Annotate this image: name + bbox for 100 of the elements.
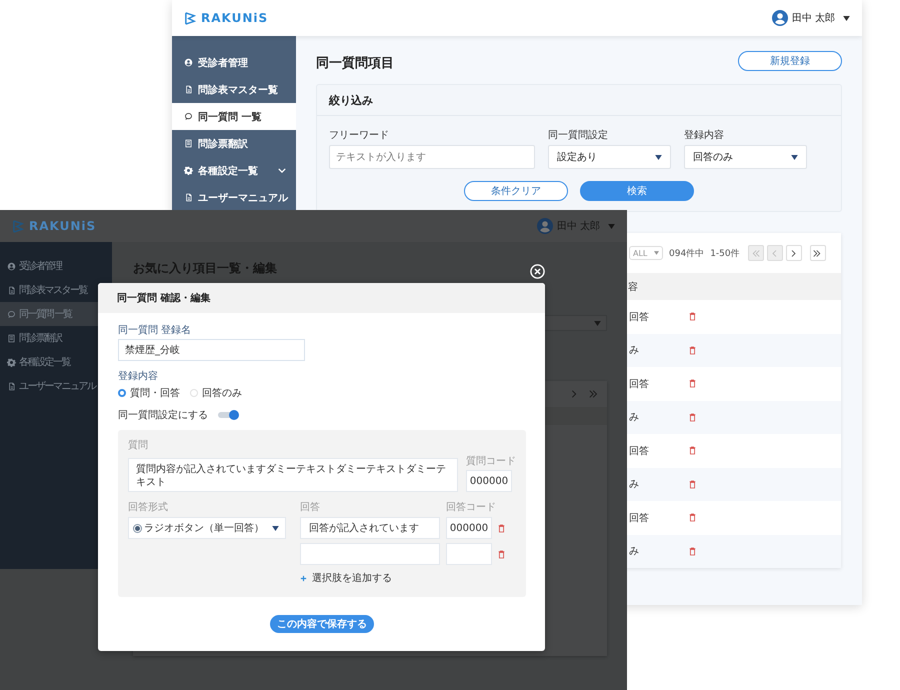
table-cell-text: 回答 — [629, 444, 650, 458]
logo-text: RAKUNiS — [201, 11, 268, 25]
sidebar-item[interactable]: 受診者管理 — [172, 49, 296, 76]
document-icon — [184, 85, 193, 94]
code-field[interactable]: 000000 — [446, 517, 492, 539]
radio-icon — [135, 526, 140, 530]
search-button[interactable]: 検索 — [580, 181, 694, 201]
sidebar-item[interactable]: 問診表マスター覧 — [172, 76, 296, 103]
trash-icon[interactable] — [689, 480, 696, 489]
trash-icon[interactable] — [498, 524, 505, 532]
select-field[interactable]: ラジオボタン（単一回答） — [128, 517, 286, 539]
field-label: 登録内容 — [684, 128, 725, 142]
chevron-left-icon — [770, 248, 780, 258]
document-icon — [7, 286, 16, 294]
answer-field[interactable] — [300, 543, 440, 565]
toggle-switch[interactable] — [218, 412, 238, 418]
save-button[interactable]: この内容で保存する — [270, 615, 374, 633]
table-cell-text: 回答 — [629, 378, 650, 391]
page-title: 同一質問項目 — [316, 54, 394, 72]
table-cell-text: み — [629, 478, 640, 492]
field-label: 回答 — [300, 501, 321, 514]
caret-icon — [655, 154, 662, 160]
double-chevron-right-icon — [813, 248, 822, 258]
user-name[interactable]: 田中 太郎 — [792, 11, 835, 25]
caret-icon — [594, 320, 601, 326]
radio-option[interactable]: 質問・回答 — [118, 386, 180, 400]
close-icon[interactable] — [530, 264, 545, 279]
sidebar-item[interactable]: 問診票翻訳 — [0, 326, 112, 350]
trash-icon[interactable] — [689, 346, 696, 355]
trash-icon[interactable] — [689, 513, 696, 522]
caret-icon — [272, 526, 279, 530]
field-label: 同一質問 登録名 — [118, 324, 192, 337]
radio-option[interactable]: 回答のみ — [190, 386, 242, 400]
toggle-label: 同一質問設定にする — [118, 408, 208, 422]
pager-button[interactable] — [786, 245, 802, 261]
modal-title: 同一質問 確認・編集 — [98, 283, 545, 313]
trash-icon[interactable] — [689, 546, 696, 556]
chevron-down-icon — [278, 168, 286, 173]
trash-icon[interactable] — [689, 412, 696, 422]
sidebar-item[interactable]: 問診票翻訳 — [172, 130, 296, 157]
code-field[interactable]: 000000 — [466, 470, 512, 492]
name-field[interactable]: 禁煙歴_分岐 — [118, 339, 305, 361]
field-label: 同一質問設定 — [548, 128, 609, 142]
sidebar-item[interactable]: ユーザーマニュアル — [0, 374, 112, 398]
pager-button[interactable] — [810, 245, 826, 261]
plus-icon — [300, 574, 307, 582]
document-icon — [7, 382, 16, 390]
list-icon — [184, 139, 193, 148]
table-cell-text: み — [629, 545, 640, 558]
logo-text: RAKUNiS — [29, 219, 96, 233]
logo-icon — [184, 12, 197, 24]
clear-button[interactable]: 条件クリア — [464, 181, 568, 201]
logo-icon — [12, 220, 25, 232]
trash-icon[interactable] — [689, 446, 696, 456]
result-count: 094件中 — [669, 248, 704, 260]
radio-icon[interactable] — [118, 389, 126, 397]
field-label: フリーワード — [329, 129, 390, 142]
speech-bubble-icon — [7, 310, 16, 318]
trash-icon[interactable] — [689, 379, 696, 388]
select-field[interactable]: 回答のみ — [684, 145, 807, 169]
column-header: 容 — [628, 280, 638, 294]
search-field[interactable]: テキストが入ります — [329, 145, 535, 169]
caret-icon — [791, 154, 798, 160]
document-icon — [184, 193, 193, 202]
trash-icon[interactable] — [689, 312, 696, 322]
code-field[interactable] — [446, 543, 492, 565]
add-option-link[interactable]: 選択肢を追加する — [300, 569, 392, 587]
field-label: 質問コード — [466, 454, 516, 468]
sidebar-item[interactable]: ユーザーマニュアル — [172, 184, 296, 211]
table-cell-text: 回答 — [629, 310, 650, 324]
speech-bubble-icon — [184, 112, 193, 121]
filter-title: 絞り込み — [317, 85, 841, 116]
field-label: 質問 — [128, 438, 149, 452]
avatar-icon[interactable] — [772, 10, 788, 26]
double-chevron-left-icon — [751, 248, 760, 258]
sidebar-item[interactable]: 各種設定一覧 — [172, 157, 296, 184]
caret-icon[interactable] — [843, 16, 850, 20]
chevron-right-icon[interactable] — [569, 389, 579, 399]
caret-icon — [654, 251, 659, 255]
answer-field[interactable]: 回答が記入されています — [300, 517, 440, 539]
gear-icon — [7, 358, 16, 366]
sidebar-item[interactable]: 各種設定一覧 — [0, 350, 112, 374]
table-cell-text: み — [629, 344, 640, 358]
field-label: 回答コード — [446, 501, 496, 514]
new-button[interactable]: 新規登録 — [738, 51, 842, 71]
field-label: 回答形式 — [128, 500, 169, 514]
table-cell-text: 回答 — [629, 512, 650, 525]
result-range: 1-50件 — [710, 248, 740, 260]
table-cell-text: み — [629, 411, 640, 424]
person-icon — [184, 58, 193, 67]
sidebar-item[interactable]: 同一質問 一覧 — [172, 103, 296, 130]
select-field[interactable]: 設定あり — [548, 145, 671, 169]
sidebar-item[interactable]: 受診者管理 — [0, 254, 112, 278]
person-icon — [7, 262, 16, 270]
question-field[interactable]: 質問内容が記入されていますダミーテキストダミーテキストダミーテキスト — [128, 458, 458, 492]
trash-icon[interactable] — [498, 550, 505, 558]
field-label: 登録内容 — [118, 370, 158, 383]
double-chevron-right-icon[interactable] — [589, 389, 599, 399]
avatar-icon[interactable] — [536, 218, 553, 234]
list-icon — [7, 334, 16, 342]
